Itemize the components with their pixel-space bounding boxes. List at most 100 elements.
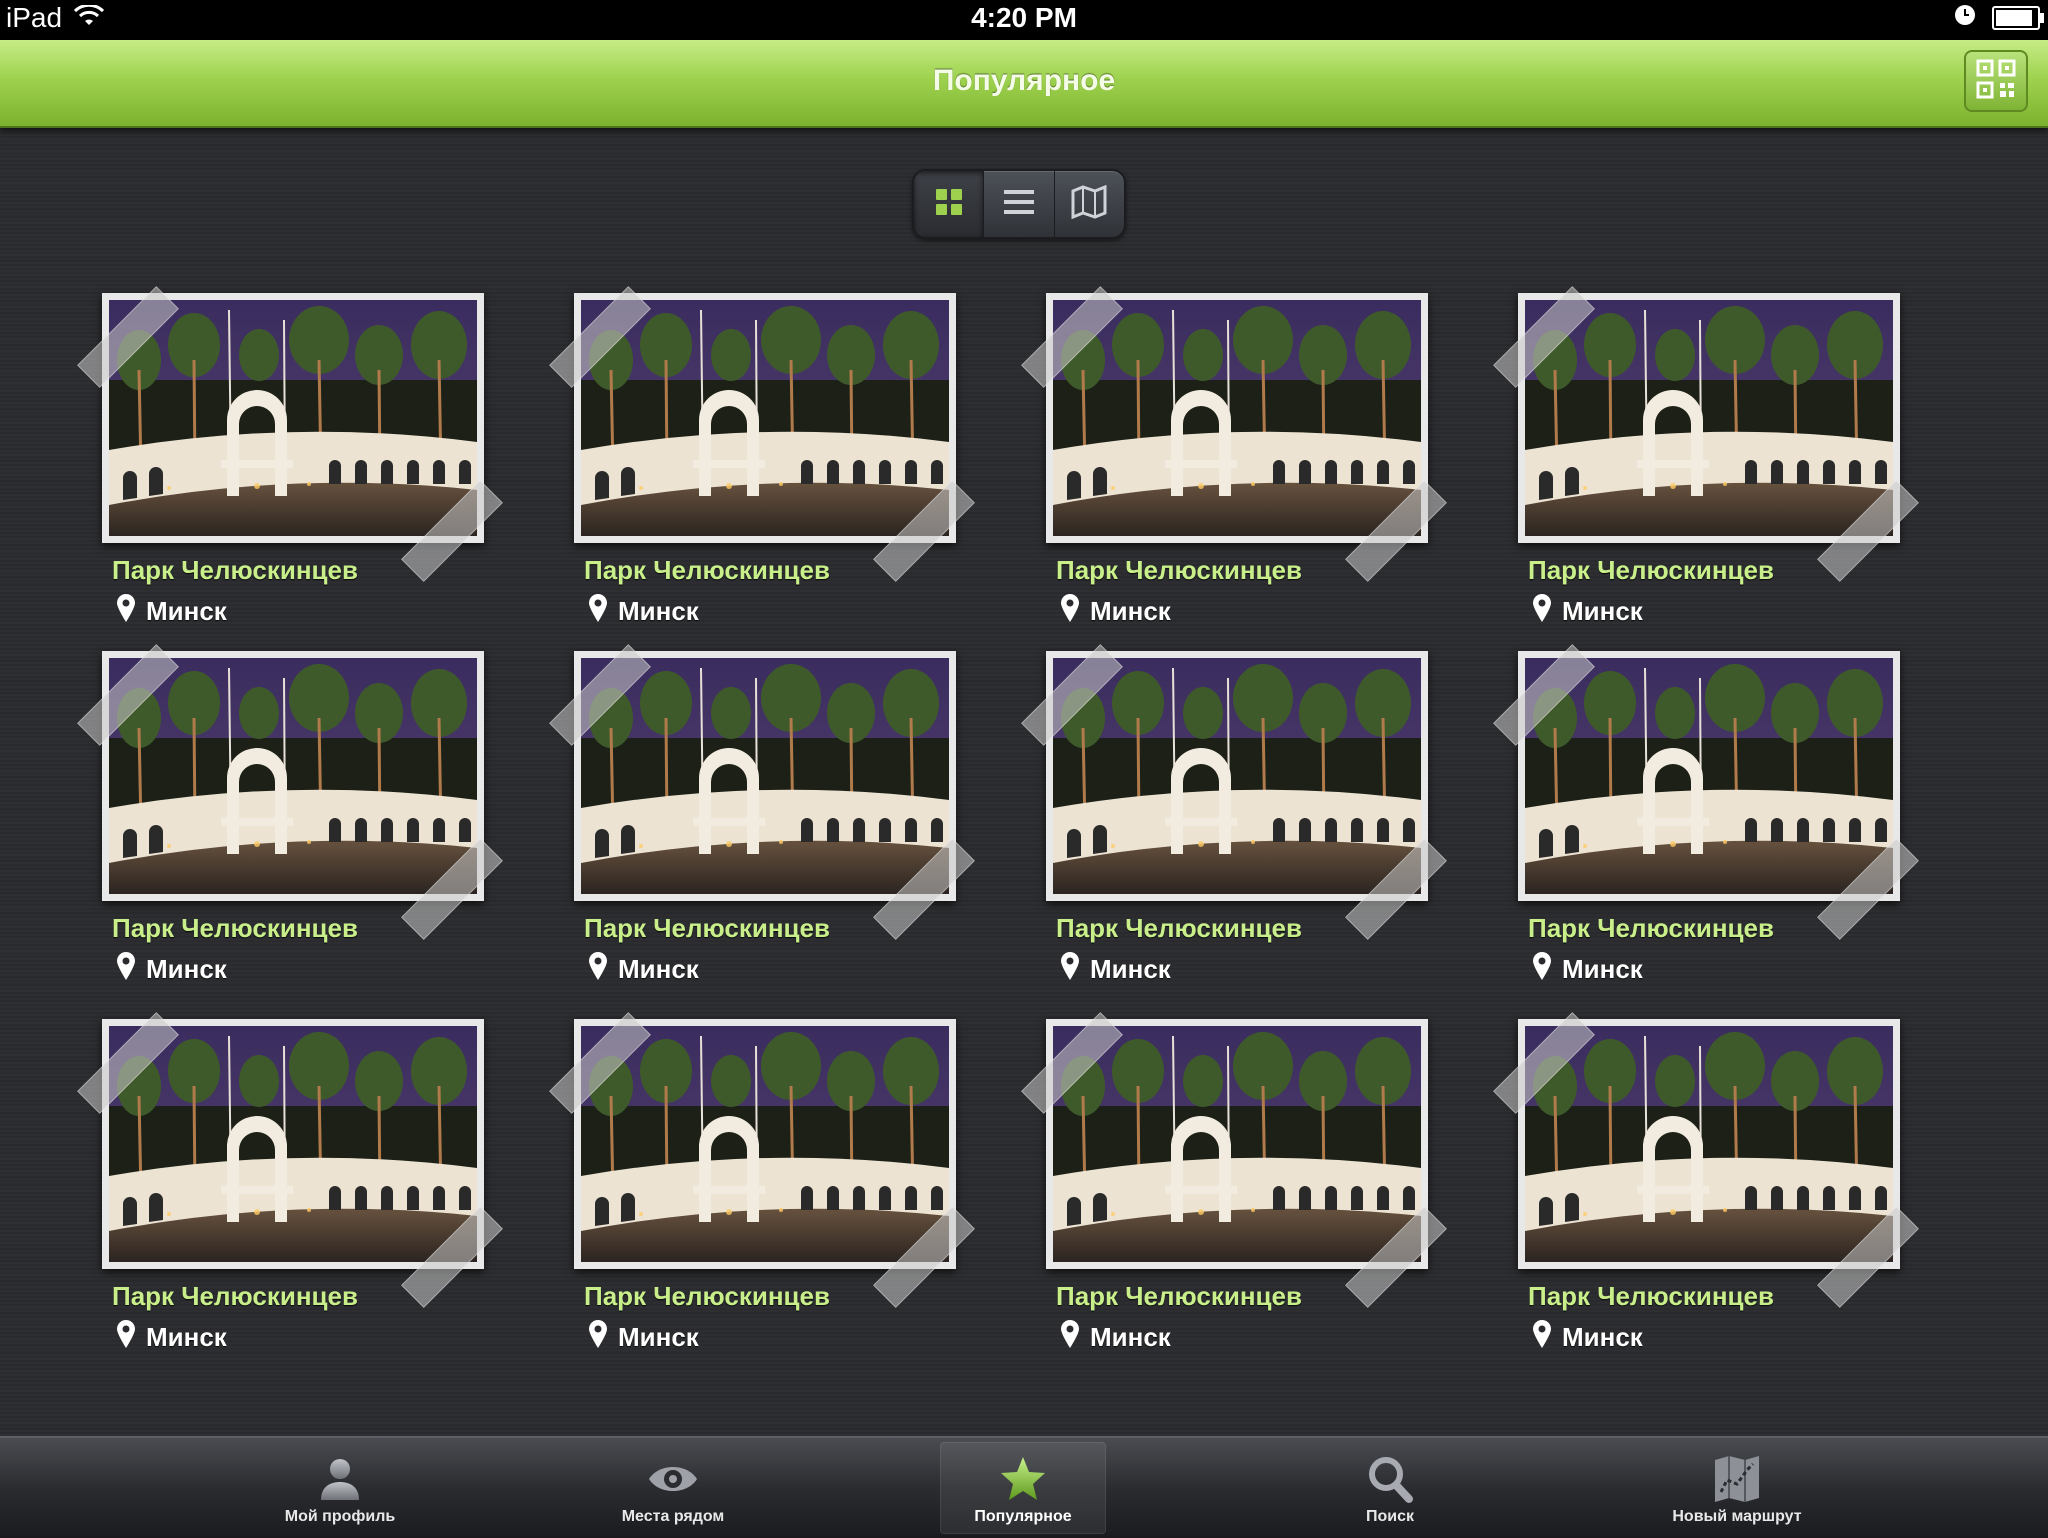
place-photo-frame[interactable] (102, 651, 484, 901)
place-city: Минск (1562, 596, 1643, 626)
place-city: Минск (1090, 954, 1171, 984)
eye-icon (647, 1454, 699, 1504)
place-city: Минск (618, 596, 699, 626)
tab-label: Новый маршрут (1672, 1508, 1802, 1525)
tab-nearby[interactable]: Места рядом (590, 1442, 756, 1534)
place-photo (109, 1026, 477, 1262)
location-pin-icon (588, 951, 608, 988)
grid-view-button[interactable] (914, 171, 985, 237)
place-photo (1053, 658, 1421, 894)
place-photo-frame[interactable] (1046, 1019, 1428, 1269)
place-card[interactable]: Парк Челюскинцев Минск (77, 1012, 503, 1352)
star-icon (998, 1454, 1048, 1504)
navigation-bar: Популярное (0, 40, 2048, 128)
place-photo-frame[interactable] (102, 293, 484, 543)
tab-search[interactable]: Поиск (1307, 1442, 1473, 1534)
place-city: Минск (1562, 954, 1643, 984)
location-pin-icon (1532, 951, 1552, 988)
battery-icon (1992, 5, 2044, 30)
place-location: Минск (116, 1319, 227, 1356)
place-title[interactable]: Парк Челюскинцев (1528, 555, 1774, 586)
place-title[interactable]: Парк Челюскинцев (112, 913, 358, 944)
grid-view-icon (934, 187, 964, 222)
place-card[interactable]: Парк Челюскинцев Минск (1493, 286, 1919, 626)
tab-label: Места рядом (621, 1508, 725, 1525)
place-card[interactable]: Парк Челюскинцев Минск (1493, 1012, 1919, 1352)
status-right (1954, 4, 2044, 31)
place-location: Минск (1060, 951, 1171, 988)
location-pin-icon (588, 593, 608, 630)
place-photo-frame[interactable] (1518, 293, 1900, 543)
view-switcher (912, 169, 1126, 239)
place-card[interactable]: Парк Челюскинцев Минск (549, 286, 975, 626)
place-title[interactable]: Парк Челюскинцев (1056, 555, 1302, 586)
location-pin-icon (116, 951, 136, 988)
map-view-button[interactable] (1055, 171, 1124, 237)
place-location: Минск (1532, 1319, 1643, 1356)
place-photo-frame[interactable] (1046, 651, 1428, 901)
place-location: Минск (116, 593, 227, 630)
place-location: Минск (116, 951, 227, 988)
place-title[interactable]: Парк Челюскинцев (1528, 1281, 1774, 1312)
place-photo (1053, 300, 1421, 536)
tab-label: Мой профиль (284, 1508, 396, 1525)
place-city: Минск (618, 1322, 699, 1352)
place-photo (1525, 300, 1893, 536)
place-title[interactable]: Парк Челюскинцев (1528, 913, 1774, 944)
location-pin-icon (116, 593, 136, 630)
place-card[interactable]: Парк Челюскинцев Минск (1021, 644, 1447, 984)
place-city: Минск (618, 954, 699, 984)
location-pin-icon (1532, 593, 1552, 630)
place-location: Минск (1532, 593, 1643, 630)
qr-code-button[interactable] (1964, 50, 2028, 112)
tab-my-profile[interactable]: Мой профиль (257, 1442, 423, 1534)
place-city: Минск (1090, 596, 1171, 626)
page-title: Популярное (932, 64, 1116, 97)
place-card[interactable]: Парк Челюскинцев Минск (1021, 286, 1447, 626)
place-photo-frame[interactable] (574, 1019, 956, 1269)
tab-popular[interactable]: Популярное (940, 1442, 1106, 1534)
place-city: Минск (146, 1322, 227, 1352)
place-location: Минск (1060, 1319, 1171, 1356)
place-location: Минск (588, 593, 699, 630)
place-location: Минск (588, 1319, 699, 1356)
tab-label: Популярное (974, 1508, 1072, 1525)
place-card[interactable]: Парк Челюскинцев Минск (77, 644, 503, 984)
place-title[interactable]: Парк Челюскинцев (112, 555, 358, 586)
location-pin-icon (1060, 1319, 1080, 1356)
place-card[interactable]: Парк Челюскинцев Минск (549, 1012, 975, 1352)
map-route-icon (1713, 1454, 1761, 1504)
place-photo-frame[interactable] (1518, 651, 1900, 901)
place-card[interactable]: Парк Челюскинцев Минск (549, 644, 975, 984)
place-photo-frame[interactable] (574, 293, 956, 543)
place-location: Минск (1060, 593, 1171, 630)
location-pin-icon (588, 1319, 608, 1356)
place-photo-frame[interactable] (574, 651, 956, 901)
place-photo-frame[interactable] (1518, 1019, 1900, 1269)
place-photo-frame[interactable] (102, 1019, 484, 1269)
search-icon (1367, 1454, 1413, 1504)
place-title[interactable]: Парк Челюскинцев (1056, 913, 1302, 944)
place-title[interactable]: Парк Челюскинцев (1056, 1281, 1302, 1312)
place-title[interactable]: Парк Челюскинцев (112, 1281, 358, 1312)
status-time: 4:20 PM (971, 2, 1077, 33)
place-card[interactable]: Парк Челюскинцев Минск (77, 286, 503, 626)
place-location: Минск (1532, 951, 1643, 988)
place-card[interactable]: Парк Челюскинцев Минск (1021, 1012, 1447, 1352)
place-location: Минск (588, 951, 699, 988)
place-photo (109, 658, 477, 894)
list-view-button[interactable] (984, 171, 1055, 237)
place-title[interactable]: Парк Челюскинцев (584, 1281, 830, 1312)
status-bar: iPad 4:20 PM (0, 0, 2048, 40)
place-title[interactable]: Парк Челюскинцев (584, 555, 830, 586)
place-photo (109, 300, 477, 536)
location-pin-icon (1060, 951, 1080, 988)
place-photo-frame[interactable] (1046, 293, 1428, 543)
list-view-icon (1002, 187, 1036, 222)
place-city: Минск (1090, 1322, 1171, 1352)
place-card[interactable]: Парк Челюскинцев Минск (1493, 644, 1919, 984)
place-title[interactable]: Парк Челюскинцев (584, 913, 830, 944)
place-photo (1525, 658, 1893, 894)
tab-new-route[interactable]: Новый маршрут (1654, 1442, 1820, 1534)
place-city: Минск (146, 954, 227, 984)
